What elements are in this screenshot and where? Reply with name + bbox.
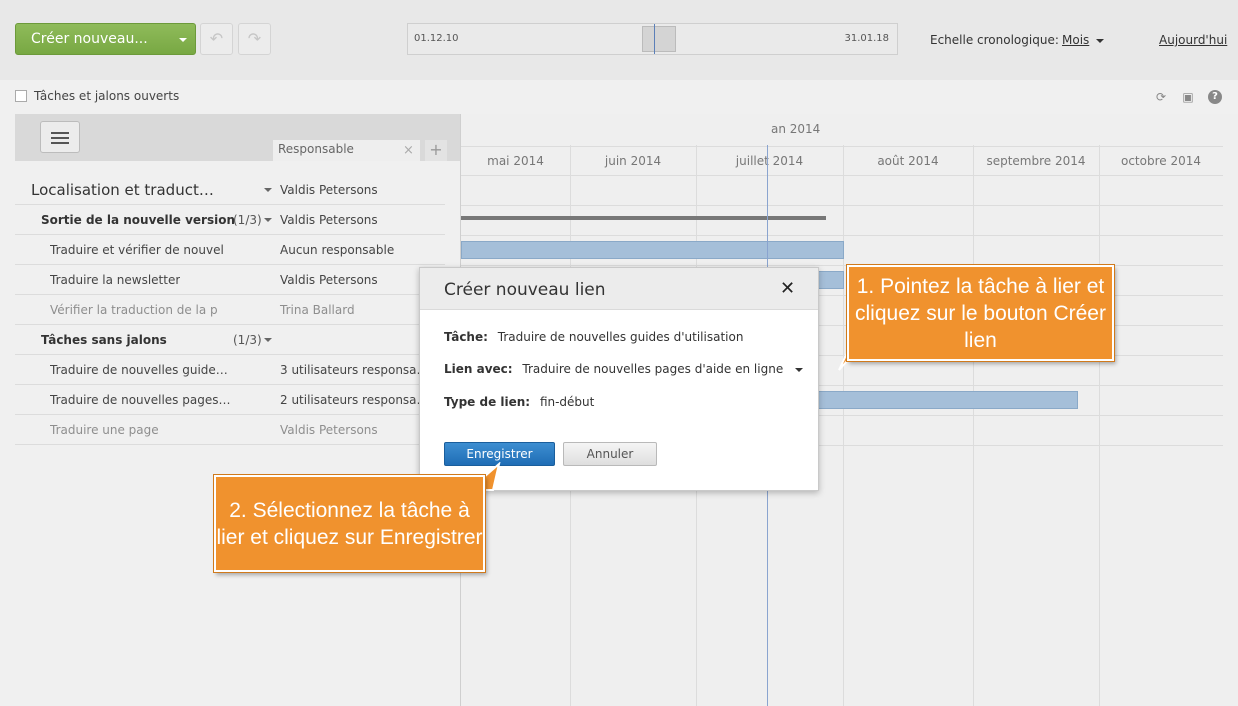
chevron-down-icon [179, 38, 187, 42]
list-item[interactable]: Tâches sans jalons (1/3) [15, 325, 445, 355]
hamburger-icon-line [51, 142, 69, 144]
instruction-callout-step2: 2. Sélectionnez la tâche à lier et cliqu… [214, 475, 485, 572]
gantt-year-label: an 2014 [771, 122, 821, 136]
redo-icon[interactable]: ↷ [238, 23, 271, 55]
link-type-field: Type de lien: fin-début [444, 395, 594, 409]
gantt-month: juillet 2014 [696, 146, 843, 176]
undo-icon[interactable]: ↶ [200, 23, 233, 55]
list-item[interactable]: Traduire la newsletter Valdis Petersons [15, 265, 445, 295]
print-icon[interactable]: ▣ [1181, 90, 1195, 104]
task-list-pane: Responsable × + Localisation et traduct…… [15, 114, 460, 706]
gantt-month: juin 2014 [570, 146, 696, 176]
column-header-responsible[interactable]: Responsable [273, 140, 420, 161]
scale-label: Echelle cronologique: [930, 33, 1059, 47]
task-responsible: Valdis Petersons [280, 183, 378, 197]
list-item[interactable]: Localisation et traduct… Valdis Peterson… [15, 175, 445, 205]
dialog-title: Créer nouveau lien [444, 280, 606, 300]
dialog-header: Créer nouveau lien ✕ [420, 268, 818, 310]
range-slider-handle[interactable] [642, 26, 676, 52]
task-list-header: Responsable × + [15, 114, 460, 161]
gantt-month: septembre 2014 [973, 146, 1099, 176]
link-with-label: Lien avec: [444, 362, 513, 376]
list-item[interactable]: Traduire et vérifier de nouvel Aucun res… [15, 235, 445, 265]
callout-step2-text: 2. Sélectionnez la tâche à lier et cliqu… [216, 498, 483, 549]
grid-row-line [461, 235, 1223, 236]
list-item[interactable]: Traduire de nouvelles guide… 3 utilisate… [15, 355, 445, 385]
task-field-label: Tâche: [444, 330, 488, 344]
range-start-date: 01.12.10 [414, 33, 459, 44]
task-name: Localisation et traduct… [31, 181, 214, 199]
gantt-month: août 2014 [843, 146, 973, 176]
task-name: Traduire de nouvelles pages… [50, 393, 231, 407]
cancel-button[interactable]: Annuler [563, 442, 657, 466]
gantt-month: octobre 2014 [1099, 146, 1223, 176]
gantt-month: mai 2014 [461, 146, 570, 176]
create-new-button[interactable]: Créer nouveau... [15, 23, 196, 55]
range-end-date: 31.01.18 [844, 33, 889, 44]
list-item[interactable]: Vérifier la traduction de la p Trina Bal… [15, 295, 445, 325]
task-name: Traduire et vérifier de nouvel [50, 243, 224, 257]
task-name: Traduire de nouvelles guide… [50, 363, 228, 377]
refresh-icon[interactable]: ⟳ [1154, 90, 1168, 104]
create-new-label: Créer nouveau... [31, 31, 148, 47]
chevron-down-icon[interactable] [264, 188, 272, 192]
close-icon[interactable]: × [403, 143, 414, 158]
instruction-callout-step1: 1. Pointez la tâche à lier et cliquez su… [847, 265, 1114, 361]
task-bar[interactable] [461, 241, 844, 259]
task-responsible: Trina Ballard [280, 303, 355, 317]
list-item[interactable]: Sortie de la nouvelle version (1/3) Vald… [15, 205, 445, 235]
list-item[interactable]: Traduire une page Valdis Petersons [15, 415, 445, 445]
open-tasks-label: Tâches et jalons ouverts [34, 89, 180, 103]
filter-bar: Tâches et jalons ouverts ⟳ ▣ ? [0, 80, 1238, 114]
task-responsible: 2 utilisateurs responsa… [280, 393, 429, 407]
task-name: Traduire la newsletter [50, 273, 181, 287]
link-type-label: Type de lien: [444, 395, 531, 409]
add-column-icon[interactable]: + [425, 140, 447, 161]
list-item[interactable]: Traduire de nouvelles pages… 2 utilisate… [15, 385, 445, 415]
link-with-select[interactable]: Traduire de nouvelles pages d'aide en li… [522, 362, 783, 376]
task-count: (1/3) [233, 333, 262, 347]
grid-line [843, 145, 844, 706]
timeline-range-slider[interactable]: 01.12.10 31.01.18 [407, 23, 898, 55]
open-tasks-checkbox[interactable] [15, 90, 27, 102]
grid-line [973, 145, 974, 706]
menu-button[interactable] [40, 121, 80, 153]
hamburger-icon-line [51, 137, 69, 139]
task-field: Tâche: Traduire de nouvelles guides d'ut… [444, 330, 743, 344]
range-current-marker [654, 24, 655, 54]
task-responsible: Valdis Petersons [280, 273, 378, 287]
task-name: Vérifier la traduction de la p [50, 303, 218, 317]
task-field-value: Traduire de nouvelles guides d'utilisati… [497, 330, 744, 344]
task-name: Traduire une page [50, 423, 159, 437]
create-link-dialog: Créer nouveau lien ✕ Tâche: Traduire de … [419, 267, 819, 491]
task-count: (1/3) [233, 213, 262, 227]
close-icon[interactable]: ✕ [780, 278, 795, 299]
callout-step1-text: 1. Pointez la tâche à lier et cliquez su… [855, 274, 1106, 352]
chevron-down-icon[interactable] [795, 367, 804, 372]
task-responsible: Valdis Petersons [280, 423, 378, 437]
task-responsible: 3 utilisateurs responsa… [280, 363, 429, 377]
chevron-down-icon[interactable] [264, 338, 272, 342]
hamburger-icon [51, 132, 69, 134]
grid-row-line [461, 205, 1223, 206]
top-toolbar: Créer nouveau... ↶ ↷ 01.12.10 31.01.18 E… [0, 0, 1238, 80]
link-with-field[interactable]: Lien avec: Traduire de nouvelles pages d… [444, 362, 804, 376]
grid-line [1099, 145, 1100, 706]
task-responsible: Valdis Petersons [280, 213, 378, 227]
chevron-down-icon[interactable] [264, 218, 272, 222]
today-link[interactable]: Aujourd'hui [1159, 33, 1227, 47]
scale-select[interactable]: Mois [1062, 33, 1089, 47]
task-responsible: Aucun responsable [280, 243, 395, 257]
help-icon[interactable]: ? [1208, 90, 1222, 104]
milestone-summary-bar[interactable] [461, 216, 826, 220]
task-name: Sortie de la nouvelle version [41, 213, 236, 227]
chevron-down-icon[interactable] [1096, 39, 1104, 43]
task-name: Tâches sans jalons [41, 333, 167, 347]
link-type-value: fin-début [539, 395, 595, 409]
